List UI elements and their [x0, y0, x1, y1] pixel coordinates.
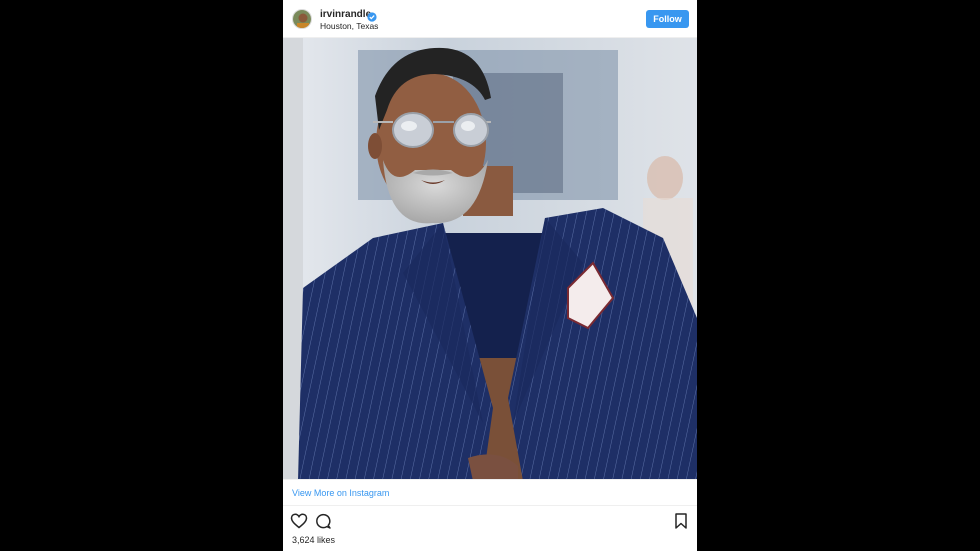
verified-badge-icon — [367, 9, 377, 22]
post-header: irvinrandle Houston, Texas Follow — [283, 0, 697, 38]
bookmark-icon[interactable] — [672, 512, 690, 530]
post-location[interactable]: Houston, Texas — [320, 21, 378, 31]
avatar[interactable] — [292, 9, 312, 29]
follow-button[interactable]: Follow — [646, 10, 689, 28]
post-photo[interactable] — [283, 37, 697, 480]
view-more-link[interactable]: View More on Instagram — [292, 488, 389, 498]
heart-icon[interactable] — [290, 512, 308, 530]
divider — [283, 505, 697, 506]
instagram-embed: irvinrandle Houston, Texas Follow View M… — [283, 0, 697, 551]
username[interactable]: irvinrandle — [320, 9, 371, 20]
comment-icon[interactable] — [314, 512, 332, 530]
likes-count[interactable]: 3,624 likes — [292, 535, 335, 545]
